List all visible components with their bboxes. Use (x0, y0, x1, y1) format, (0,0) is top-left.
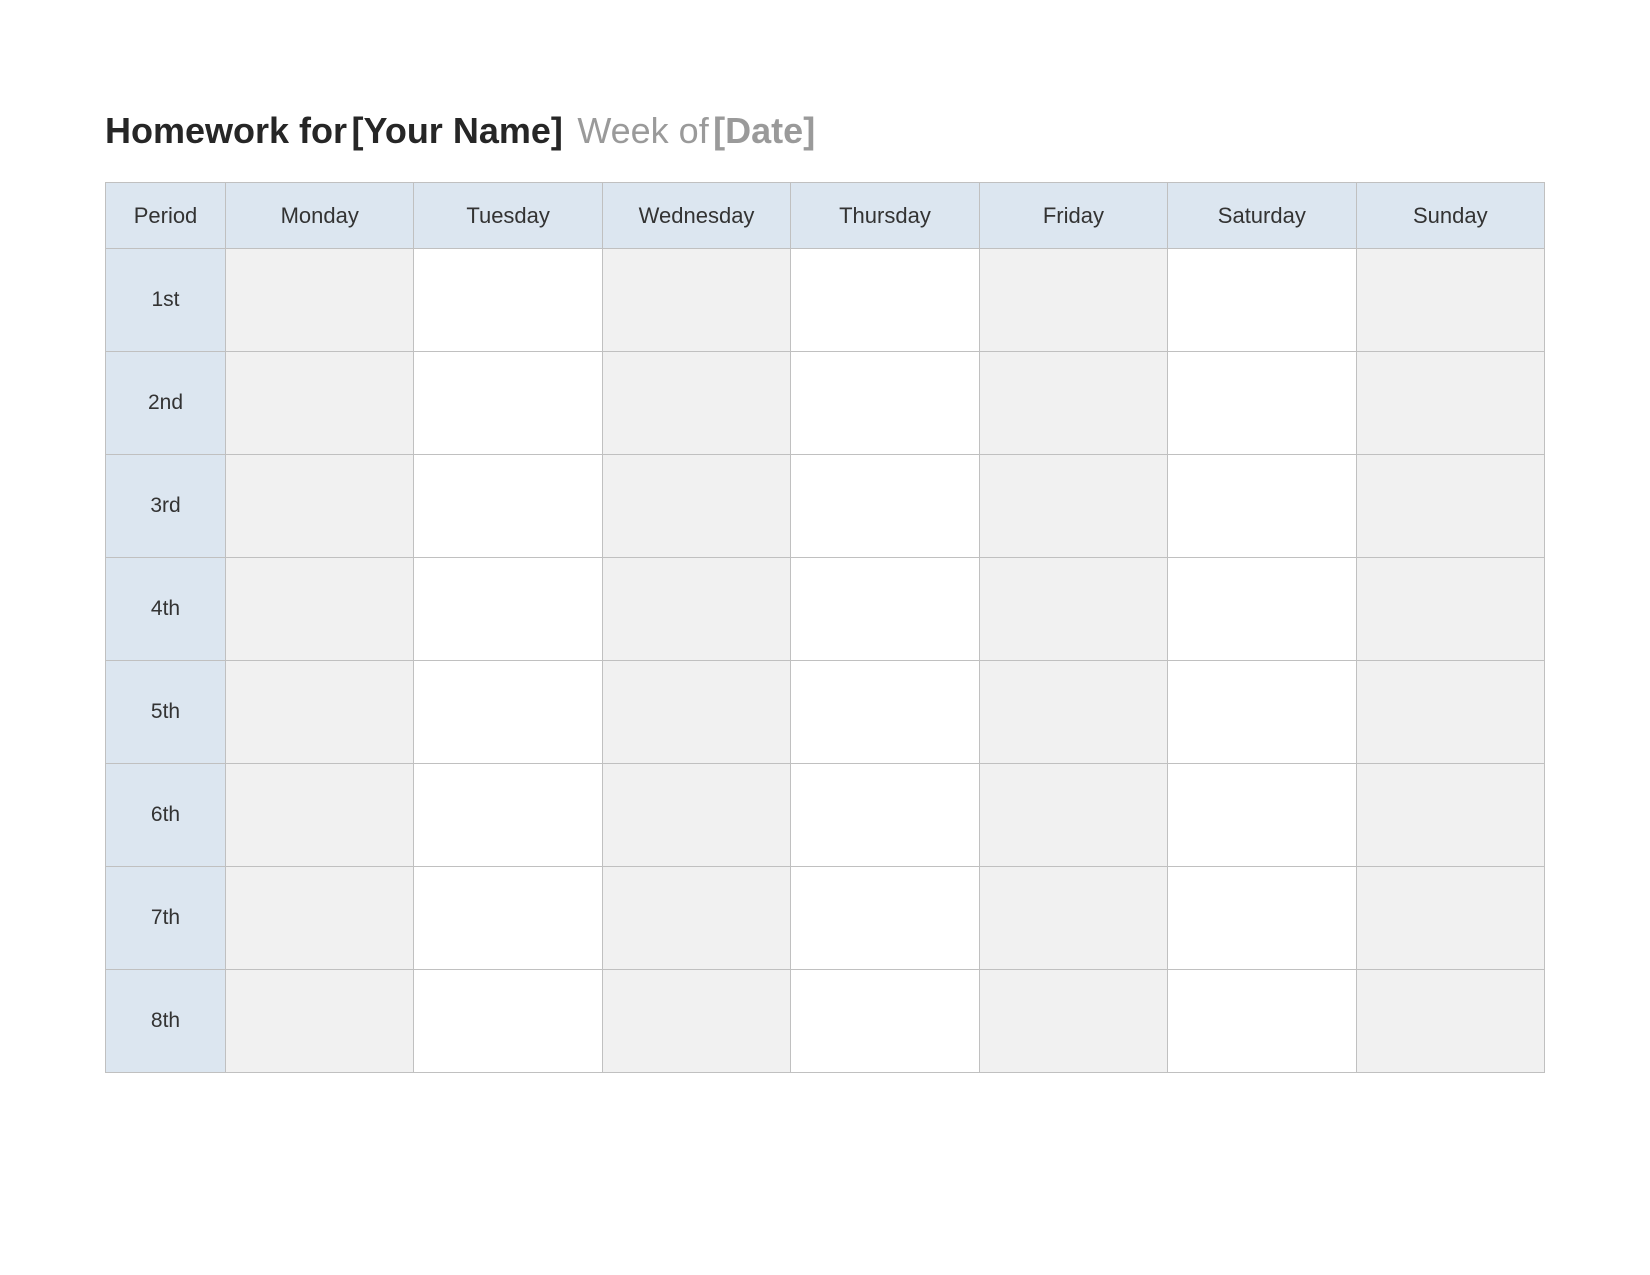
cell (226, 867, 414, 970)
cell (979, 558, 1167, 661)
row-header-period-4: 4th (106, 558, 226, 661)
row-header-period-2: 2nd (106, 352, 226, 455)
cell (979, 970, 1167, 1073)
cell (1356, 249, 1544, 352)
title-week-of: Week of (577, 110, 708, 151)
cell (791, 352, 979, 455)
cell (791, 249, 979, 352)
cell (1168, 661, 1356, 764)
cell (979, 352, 1167, 455)
row-header-period-3: 3rd (106, 455, 226, 558)
cell (602, 970, 790, 1073)
cell (414, 970, 602, 1073)
cell (1168, 455, 1356, 558)
cell (602, 764, 790, 867)
row-header-period-1: 1st (106, 249, 226, 352)
cell (1356, 764, 1544, 867)
cell (602, 867, 790, 970)
column-header-monday: Monday (226, 183, 414, 249)
cell (1356, 352, 1544, 455)
cell (1168, 352, 1356, 455)
cell (791, 764, 979, 867)
cell (979, 867, 1167, 970)
homework-schedule-table: Period Monday Tuesday Wednesday Thursday… (105, 182, 1545, 1073)
cell (414, 249, 602, 352)
cell (1168, 558, 1356, 661)
cell (414, 352, 602, 455)
row-header-period-7: 7th (106, 867, 226, 970)
cell (1168, 764, 1356, 867)
column-header-wednesday: Wednesday (602, 183, 790, 249)
title-date-placeholder: [Date] (713, 110, 815, 151)
cell (226, 352, 414, 455)
cell (602, 352, 790, 455)
cell (414, 764, 602, 867)
title-name-placeholder: [Your Name] (352, 110, 563, 151)
title-homework-for: Homework for (105, 110, 347, 151)
table-row: 5th (106, 661, 1545, 764)
cell (979, 455, 1167, 558)
table-header-row: Period Monday Tuesday Wednesday Thursday… (106, 183, 1545, 249)
cell (226, 661, 414, 764)
table-row: 4th (106, 558, 1545, 661)
cell (791, 558, 979, 661)
cell (414, 661, 602, 764)
cell (791, 455, 979, 558)
row-header-period-5: 5th (106, 661, 226, 764)
column-header-period: Period (106, 183, 226, 249)
cell (602, 249, 790, 352)
table-row: 6th (106, 764, 1545, 867)
cell (602, 455, 790, 558)
cell (226, 970, 414, 1073)
cell (1356, 661, 1544, 764)
cell (226, 455, 414, 558)
cell (414, 867, 602, 970)
column-header-saturday: Saturday (1168, 183, 1356, 249)
column-header-sunday: Sunday (1356, 183, 1544, 249)
cell (414, 558, 602, 661)
row-header-period-8: 8th (106, 970, 226, 1073)
column-header-friday: Friday (979, 183, 1167, 249)
cell (226, 558, 414, 661)
cell (1356, 867, 1544, 970)
page-title: Homework for [Your Name] Week of [Date] (105, 110, 1545, 152)
table-row: 7th (106, 867, 1545, 970)
cell (226, 249, 414, 352)
cell (602, 558, 790, 661)
cell (1168, 867, 1356, 970)
table-row: 1st (106, 249, 1545, 352)
cell (791, 970, 979, 1073)
cell (414, 455, 602, 558)
cell (1356, 558, 1544, 661)
cell (979, 249, 1167, 352)
cell (602, 661, 790, 764)
column-header-thursday: Thursday (791, 183, 979, 249)
column-header-tuesday: Tuesday (414, 183, 602, 249)
cell (791, 867, 979, 970)
cell (1356, 970, 1544, 1073)
cell (1168, 249, 1356, 352)
cell (1356, 455, 1544, 558)
cell (1168, 970, 1356, 1073)
cell (979, 661, 1167, 764)
cell (979, 764, 1167, 867)
cell (791, 661, 979, 764)
table-body: 1st 2nd 3rd (106, 249, 1545, 1073)
cell (226, 764, 414, 867)
row-header-period-6: 6th (106, 764, 226, 867)
table-row: 8th (106, 970, 1545, 1073)
table-row: 2nd (106, 352, 1545, 455)
table-row: 3rd (106, 455, 1545, 558)
